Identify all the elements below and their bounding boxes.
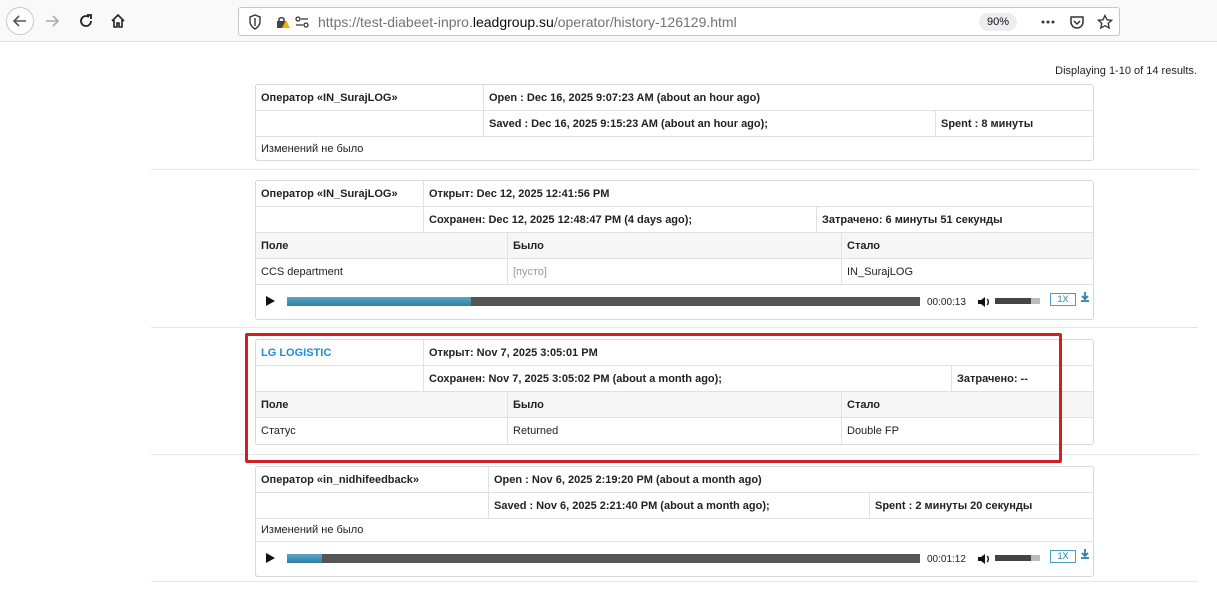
arrow-left-icon — [12, 15, 26, 27]
change-was: [пусто] — [507, 259, 841, 284]
entry-saved-row: Сохранен: Dec 12, 2025 12:48:47 PM (4 da… — [256, 207, 1093, 233]
shield-icon[interactable] — [248, 14, 262, 33]
history-entry: Оператор «IN_SurajLOG» Открыт: Dec 12, 2… — [255, 180, 1094, 320]
entry-note-row: Изменений не было — [256, 137, 1093, 160]
audio-player: 00:00:13 1X — [256, 285, 1093, 319]
permissions-icon[interactable] — [294, 14, 310, 33]
change-became: IN_SurajLOG — [841, 259, 1095, 284]
highlight-box — [245, 333, 1062, 463]
entry-header-row: Оператор «in_nidhifeedback» Open : Nov 6… — [256, 467, 1093, 493]
bookmark-star-icon[interactable] — [1095, 13, 1115, 31]
spent-time: Spent : 8 минуты — [935, 111, 1095, 136]
entry-saved-row: Saved : Dec 16, 2025 9:15:23 AM (about a… — [256, 111, 1093, 137]
download-icon[interactable] — [1080, 291, 1090, 303]
spent-time: Spent : 2 минуты 20 секунды — [869, 493, 1095, 518]
audio-time: 00:00:13 — [927, 297, 966, 308]
column-became: Стало — [841, 233, 1095, 258]
changes-header-row: Поле Было Стало — [256, 233, 1093, 259]
more-actions-icon[interactable] — [1038, 13, 1058, 31]
results-summary: Displaying 1-10 of 14 results. — [1055, 65, 1197, 77]
url-domain: leadgroup.su — [472, 14, 554, 30]
change-field: CCS department — [261, 265, 343, 278]
entry-header-row: Оператор «IN_SurajLOG» Open : Dec 16, 20… — [256, 85, 1093, 111]
saved-time: Saved : Dec 16, 2025 9:15:23 AM (about a… — [483, 111, 935, 136]
url-path: /operator/history-126129.html — [553, 14, 737, 30]
audio-time: 00:01:12 — [927, 554, 966, 565]
zoom-level[interactable]: 90% — [979, 13, 1018, 31]
saved-time: Saved : Nov 6, 2025 2:21:40 PM (about a … — [488, 493, 869, 518]
opened-time: Open : Dec 16, 2025 9:07:23 AM (about an… — [483, 85, 1095, 110]
operator-name: Оператор «in_nidhifeedback» — [261, 473, 419, 486]
url-text[interactable]: https://test-diabeet-inpro.leadgroup.su/… — [318, 14, 737, 30]
divider — [151, 327, 1198, 328]
column-was: Было — [507, 233, 841, 258]
history-entry: Оператор «in_nidhifeedback» Open : Nov 6… — [255, 466, 1094, 577]
back-button[interactable] — [6, 7, 34, 35]
arrow-right-icon — [46, 15, 60, 27]
play-icon[interactable] — [266, 553, 275, 563]
forward-button[interactable] — [38, 7, 66, 35]
volume-fill — [995, 555, 1031, 561]
browser-toolbar: https://test-diabeet-inpro.leadgroup.su/… — [0, 0, 1217, 42]
operator-name: Оператор «IN_SurajLOG» — [261, 187, 398, 200]
column-field: Поле — [261, 239, 289, 252]
play-icon[interactable] — [266, 296, 275, 306]
audio-player: 00:01:12 1X — [256, 542, 1093, 576]
url-prefix: https://test-diabeet-inpro. — [318, 14, 473, 30]
insecure-lock-icon[interactable] — [275, 14, 291, 33]
entry-header-row: Оператор «IN_SurajLOG» Открыт: Dec 12, 2… — [256, 181, 1093, 207]
home-button[interactable] — [104, 7, 132, 35]
entry-note-row: Изменений не было — [256, 519, 1093, 542]
entry-saved-row: Saved : Nov 6, 2025 2:21:40 PM (about a … — [256, 493, 1093, 519]
opened-time: Открыт: Dec 12, 2025 12:41:56 PM — [423, 181, 1095, 206]
pocket-icon[interactable] — [1067, 13, 1087, 31]
volume-fill — [995, 298, 1031, 304]
change-row: CCS department [пусто] IN_SurajLOG — [256, 259, 1093, 285]
history-entry: Оператор «IN_SurajLOG» Open : Dec 16, 20… — [255, 84, 1094, 161]
volume-icon[interactable] — [977, 553, 991, 565]
operator-name: Оператор «IN_SurajLOG» — [261, 91, 398, 104]
spent-time: Затрачено: 6 минуты 51 секунды — [816, 207, 1095, 232]
audio-progress-bar[interactable] — [287, 554, 920, 563]
no-changes-note: Изменений не было — [261, 524, 364, 536]
playback-rate-button[interactable]: 1X — [1050, 550, 1076, 563]
divider — [151, 169, 1198, 170]
no-changes-note: Изменений не было — [261, 142, 364, 155]
url-bar[interactable]: https://test-diabeet-inpro.leadgroup.su/… — [238, 7, 1120, 36]
playback-rate-button[interactable]: 1X — [1050, 293, 1076, 306]
opened-time: Open : Nov 6, 2025 2:19:20 PM (about a m… — [488, 467, 1095, 492]
saved-time: Сохранен: Dec 12, 2025 12:48:47 PM (4 da… — [423, 207, 816, 232]
volume-slider[interactable] — [995, 298, 1040, 304]
volume-icon[interactable] — [977, 296, 991, 308]
reload-icon — [80, 14, 92, 27]
home-icon — [111, 13, 125, 28]
download-icon[interactable] — [1080, 548, 1090, 560]
volume-slider[interactable] — [995, 555, 1040, 561]
reload-button[interactable] — [72, 7, 100, 35]
audio-progress-bar[interactable] — [287, 297, 920, 306]
audio-progress-fill — [287, 554, 322, 563]
audio-progress-fill — [287, 297, 471, 306]
divider — [151, 581, 1198, 582]
